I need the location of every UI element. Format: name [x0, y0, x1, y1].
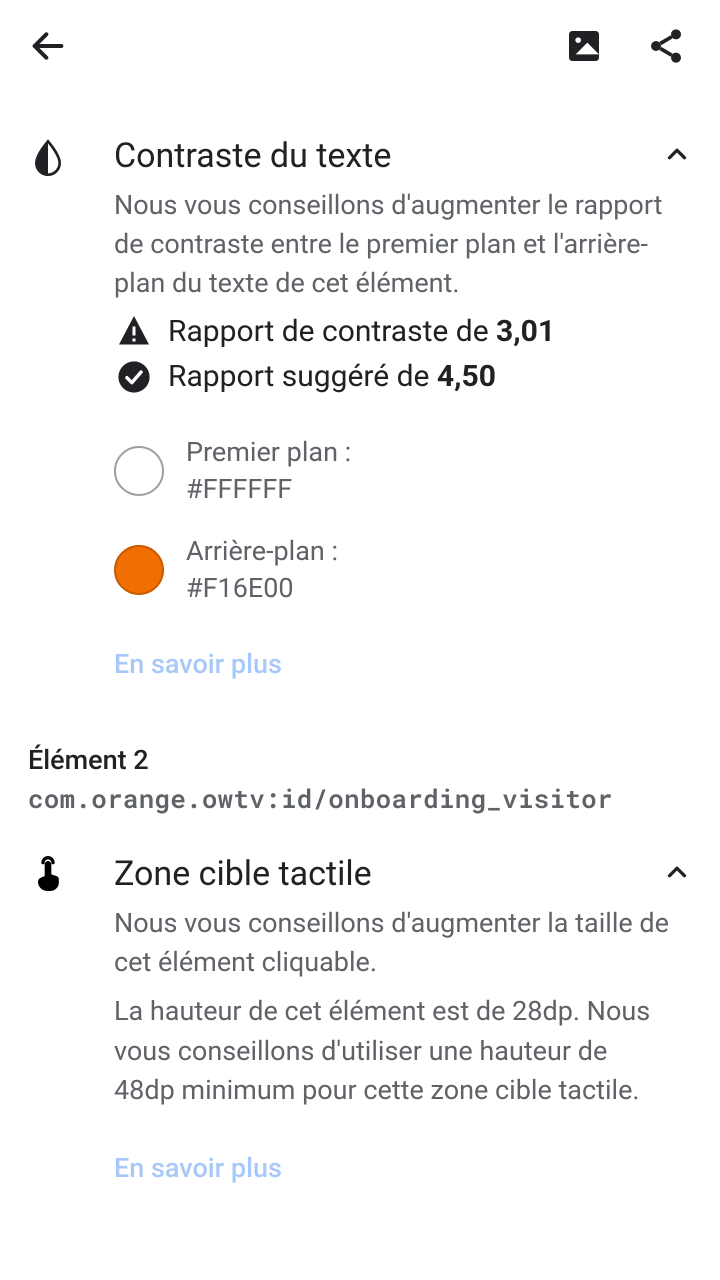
foreground-swatch-row: Premier plan : #FFFFFF	[114, 434, 692, 507]
toolbar	[0, 0, 720, 88]
learn-more-link[interactable]: En savoir plus	[114, 1152, 692, 1184]
issue-title: Contraste du texte	[114, 136, 391, 176]
issue-touch-target: Zone cible tactile Nous vous conseillons…	[28, 816, 692, 1184]
warning-icon	[114, 313, 154, 349]
share-icon[interactable]	[646, 26, 686, 70]
chevron-up-icon	[662, 857, 692, 891]
issue-header-row[interactable]: Zone cible tactile	[114, 854, 692, 894]
background-hex: #F16E00	[186, 570, 338, 606]
check-circle-icon	[114, 360, 154, 394]
issue-title: Zone cible tactile	[114, 854, 372, 894]
issue-header-row[interactable]: Contraste du texte	[114, 136, 692, 176]
foreground-swatch	[114, 446, 164, 496]
chevron-up-icon	[662, 139, 692, 173]
issue-detail: La hauteur de cet élément est de 28dp. N…	[114, 992, 674, 1109]
contrast-ratio-row: Rapport de contraste de 3,01	[114, 313, 692, 349]
background-swatch	[114, 545, 164, 595]
image-icon[interactable]	[564, 26, 604, 70]
suggested-ratio-row: Rapport suggéré de 4,50	[114, 359, 692, 394]
issue-text-contrast: Contraste du texte Nous vous conseillons…	[28, 88, 692, 680]
touch-icon	[28, 854, 84, 896]
element-resource-id: com.orange.owtv:id/onboarding_visitor	[28, 782, 692, 816]
foreground-label: Premier plan :	[186, 434, 351, 470]
invert-colors-icon	[28, 136, 84, 178]
foreground-hex: #FFFFFF	[186, 471, 351, 507]
issue-description: Nous vous conseillons d'augmenter le rap…	[114, 186, 674, 303]
learn-more-link[interactable]: En savoir plus	[114, 648, 692, 680]
back-button[interactable]	[28, 26, 68, 70]
element-label: Élément 2	[28, 744, 692, 776]
background-label: Arrière-plan :	[186, 533, 338, 569]
issue-description: Nous vous conseillons d'augmenter la tai…	[114, 904, 674, 982]
background-swatch-row: Arrière-plan : #F16E00	[114, 533, 692, 606]
